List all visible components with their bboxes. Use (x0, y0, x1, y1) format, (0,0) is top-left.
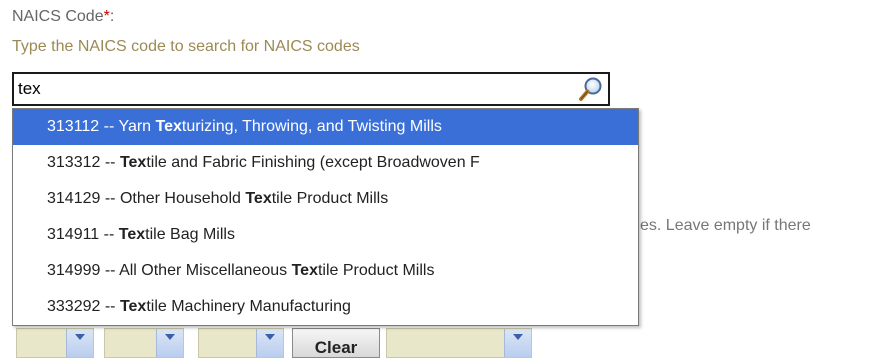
suggestion-text-after: turizing, Throwing, and Twisting Mills (181, 118, 442, 135)
naics-search-box (12, 72, 610, 106)
filter-select-3[interactable] (198, 328, 284, 358)
suggestion-list: 313112 -- Yarn Texturizing, Throwing, an… (13, 109, 638, 325)
naics-suggestion-dropdown: 313112 -- Yarn Texturizing, Throwing, an… (12, 108, 639, 326)
suggestion-match-highlight: Tex (118, 226, 146, 243)
clear-button[interactable]: Clear (292, 328, 380, 358)
chevron-down-icon (256, 329, 283, 357)
suggestion-separator: -- (100, 298, 120, 315)
suggestion-separator: -- (100, 190, 120, 207)
suggestion-code: 314129 (47, 190, 101, 207)
suggestion-separator: -- (100, 154, 120, 171)
suggestion-item[interactable]: 333292 -- Textile Machinery Manufacturin… (13, 289, 638, 325)
suggestion-text-before: Yarn (118, 118, 156, 135)
suggestion-match-highlight: Tex (119, 154, 147, 171)
suggestion-item[interactable]: 313312 -- Textile and Fabric Finishing (… (13, 145, 638, 181)
suggestion-item[interactable]: 314129 -- Other Household Textile Produc… (13, 181, 638, 217)
chevron-down-icon (156, 329, 183, 357)
suggestion-separator: -- (99, 118, 119, 135)
chevron-down-icon (504, 329, 531, 357)
suggestion-item[interactable]: 313112 -- Yarn Texturizing, Throwing, an… (13, 109, 638, 145)
suggestion-match-highlight: Tex (119, 298, 147, 315)
chevron-down-icon (66, 329, 93, 357)
suggestion-text-after: tile Bag Mills (145, 226, 235, 243)
suggestion-item[interactable]: 314999 -- All Other Miscellaneous Textil… (13, 253, 638, 289)
suggestion-match-highlight: Tex (245, 190, 272, 207)
filter-select-4[interactable] (386, 328, 532, 358)
filter-controls: Clear (16, 328, 536, 358)
naics-code-label: NAICS Code*: (12, 8, 114, 26)
naics-search-input[interactable] (18, 77, 558, 101)
suggestion-match-highlight: Tex (155, 118, 182, 135)
label-text: NAICS Code (12, 8, 104, 25)
suggestion-text-after: tile Product Mills (271, 190, 389, 207)
suggestion-text-before: Other Household (119, 190, 246, 207)
suggestion-text-after: tile Machinery Manufacturing (146, 298, 351, 315)
naics-form: NAICS Code*: Type the NAICS code to sear… (0, 0, 871, 358)
suggestion-code: 314999 (47, 262, 101, 279)
suggestion-separator: -- (99, 226, 119, 243)
field-hint: Type the NAICS code to search for NAICS … (12, 38, 360, 55)
filter-select-2[interactable] (104, 328, 184, 358)
suggestion-code: 333292 (47, 298, 101, 315)
suggestion-match-highlight: Tex (291, 262, 318, 279)
label-suffix: : (109, 8, 115, 25)
background-help-text: es. Leave empty if there (640, 217, 811, 234)
suggestion-code: 313112 (47, 118, 100, 135)
suggestion-separator: -- (100, 262, 120, 279)
suggestion-text-before: All Other Miscellaneous (119, 262, 292, 279)
suggestion-text-after: tile and Fabric Finishing (except Broadw… (146, 154, 480, 171)
magnifier-icon[interactable] (578, 76, 604, 102)
filter-select-1[interactable] (16, 328, 94, 358)
suggestion-item[interactable]: 314911 -- Textile Bag Mills (13, 217, 638, 253)
suggestion-code: 313312 (47, 154, 101, 171)
suggestion-text-after: tile Product Mills (317, 262, 435, 279)
suggestion-code: 314911 (47, 226, 100, 243)
